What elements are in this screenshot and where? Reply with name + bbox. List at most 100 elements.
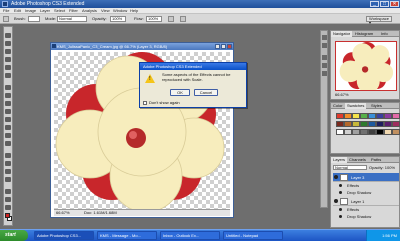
shape-tool-icon[interactable] bbox=[5, 177, 11, 182]
dodge-tool-icon[interactable] bbox=[5, 141, 11, 146]
drop-shadow-eye-icon[interactable] bbox=[339, 191, 342, 194]
clone-stamp-tool-icon[interactable] bbox=[5, 101, 11, 106]
document-maximize-button[interactable] bbox=[221, 44, 226, 49]
healing-brush-tool-icon[interactable] bbox=[5, 85, 11, 90]
visibility-eye-icon[interactable] bbox=[334, 175, 338, 179]
slice-tool-icon[interactable] bbox=[5, 73, 11, 78]
start-button[interactable]: start bbox=[0, 230, 28, 241]
taskbar-item[interactable]: Inbox - Outlook Ex... bbox=[160, 231, 220, 240]
zoom-readout[interactable]: 66.67% bbox=[56, 210, 70, 216]
magic-wand-tool-icon[interactable] bbox=[5, 57, 11, 62]
mode-select[interactable]: Normal bbox=[57, 16, 87, 22]
color-swatch[interactable] bbox=[344, 113, 352, 119]
taskbar-item[interactable]: KMS - Message - Mo... bbox=[97, 231, 157, 240]
color-swatch[interactable] bbox=[360, 113, 368, 119]
layer-effects-row[interactable]: Effects bbox=[339, 207, 399, 213]
layer-opacity[interactable]: Opacity: 100% bbox=[369, 165, 399, 170]
brush-tool-preset-icon[interactable] bbox=[3, 16, 9, 22]
tab-paths[interactable]: Paths bbox=[369, 157, 383, 163]
blend-mode-select[interactable]: Normal bbox=[333, 165, 367, 170]
color-swatch[interactable] bbox=[344, 129, 352, 135]
tab-color[interactable]: Color bbox=[331, 103, 345, 109]
minimize-button[interactable]: _ bbox=[370, 1, 379, 7]
flow-field[interactable]: 100% bbox=[146, 16, 162, 22]
eyedropper-tool-icon[interactable] bbox=[5, 197, 11, 202]
color-swatch[interactable] bbox=[368, 129, 376, 135]
drop-shadow-row[interactable]: Drop Shadow bbox=[339, 190, 399, 196]
color-swatch[interactable] bbox=[384, 121, 392, 127]
layer-effects-row[interactable]: Effects bbox=[339, 183, 399, 189]
maximize-button[interactable]: □ bbox=[380, 1, 389, 7]
ok-button[interactable]: OK bbox=[170, 89, 190, 96]
tab-navigator[interactable]: Navigator bbox=[331, 31, 353, 37]
document-title-bar[interactable]: KMS_JulissaPanic_C3_Cream.jpg @ 66.7% (L… bbox=[51, 43, 233, 50]
tab-histogram[interactable]: Histogram bbox=[353, 31, 375, 37]
color-swatch[interactable] bbox=[352, 113, 360, 119]
tab-info[interactable]: Info bbox=[379, 31, 390, 37]
eraser-tool-icon[interactable] bbox=[5, 117, 11, 122]
effects-eye-icon[interactable] bbox=[339, 208, 342, 211]
navigator-zoom[interactable]: 66.67% bbox=[335, 93, 397, 97]
history-panel-icon[interactable] bbox=[322, 35, 327, 40]
tab-layers[interactable]: Layers bbox=[331, 157, 348, 163]
color-swatch[interactable] bbox=[376, 113, 384, 119]
color-swatch[interactable] bbox=[360, 121, 368, 127]
taskbar-item[interactable]: Untitled - Notepad bbox=[223, 231, 283, 240]
color-swatch[interactable] bbox=[376, 121, 384, 127]
color-swatch[interactable] bbox=[368, 113, 376, 119]
color-swatch[interactable] bbox=[336, 129, 344, 135]
dont-show-again-checkbox[interactable] bbox=[143, 101, 147, 105]
effects-eye-icon[interactable] bbox=[339, 184, 342, 187]
move-tool-icon[interactable] bbox=[5, 33, 11, 38]
blur-tool-icon[interactable] bbox=[5, 133, 11, 138]
layer-row[interactable]: Layer 1 bbox=[333, 197, 399, 206]
lasso-tool-icon[interactable] bbox=[5, 49, 11, 54]
tab-channels[interactable]: Channels bbox=[347, 157, 368, 163]
color-swatch[interactable] bbox=[352, 129, 360, 135]
layer-row[interactable]: Layer 3 bbox=[333, 173, 399, 182]
brush-tool-icon[interactable] bbox=[5, 93, 11, 98]
foreground-color-swatch[interactable] bbox=[5, 213, 10, 218]
color-swatch[interactable] bbox=[336, 113, 344, 119]
color-swatch[interactable] bbox=[392, 113, 400, 119]
color-swatch[interactable] bbox=[336, 121, 344, 127]
brushes-panel-icon[interactable] bbox=[322, 55, 327, 60]
history-brush-tool-icon[interactable] bbox=[5, 109, 11, 114]
gradient-tool-icon[interactable] bbox=[5, 125, 11, 130]
document-minimize-button[interactable] bbox=[215, 44, 220, 49]
tablet-pressure-icon[interactable] bbox=[180, 16, 186, 22]
color-swatch[interactable] bbox=[384, 113, 392, 119]
color-swatch[interactable] bbox=[352, 121, 360, 127]
taskbar-item[interactable]: Adobe Photoshop CS3... bbox=[34, 231, 94, 240]
visibility-eye-icon[interactable] bbox=[334, 199, 338, 203]
type-tool-icon[interactable] bbox=[5, 161, 11, 166]
color-swatch[interactable] bbox=[392, 121, 400, 127]
cancel-button[interactable]: Cancel bbox=[194, 89, 218, 96]
opacity-field[interactable]: 100% bbox=[110, 16, 126, 22]
airbrush-icon[interactable] bbox=[168, 16, 174, 22]
workspace-button[interactable]: Workspace ▾ bbox=[366, 16, 392, 25]
color-swatch[interactable] bbox=[384, 129, 392, 135]
brush-picker[interactable] bbox=[28, 16, 40, 22]
tool-presets-panel-icon[interactable] bbox=[322, 63, 327, 68]
color-swatch[interactable] bbox=[392, 129, 400, 135]
clone-source-panel-icon[interactable] bbox=[322, 71, 327, 76]
tab-swatches[interactable]: Swatches bbox=[345, 103, 367, 109]
color-swatch[interactable] bbox=[368, 121, 376, 127]
drop-shadow-eye-icon[interactable] bbox=[339, 215, 342, 218]
path-selection-tool-icon[interactable] bbox=[5, 169, 11, 174]
notes-tool-icon[interactable] bbox=[5, 189, 11, 194]
document-close-button[interactable] bbox=[227, 44, 232, 49]
color-swatch[interactable] bbox=[360, 129, 368, 135]
close-button[interactable]: ✕ bbox=[390, 1, 399, 7]
pen-tool-icon[interactable] bbox=[5, 153, 11, 158]
actions-panel-icon[interactable] bbox=[322, 43, 327, 48]
marquee-tool-icon[interactable] bbox=[5, 41, 11, 46]
color-swatch[interactable] bbox=[344, 121, 352, 127]
drop-shadow-row[interactable]: Drop Shadow bbox=[339, 214, 399, 220]
color-swatch[interactable] bbox=[376, 129, 384, 135]
navigator-thumbnail[interactable] bbox=[335, 41, 397, 91]
crop-tool-icon[interactable] bbox=[5, 65, 11, 70]
tab-styles[interactable]: Styles bbox=[369, 103, 384, 109]
hand-tool-icon[interactable] bbox=[5, 205, 11, 210]
